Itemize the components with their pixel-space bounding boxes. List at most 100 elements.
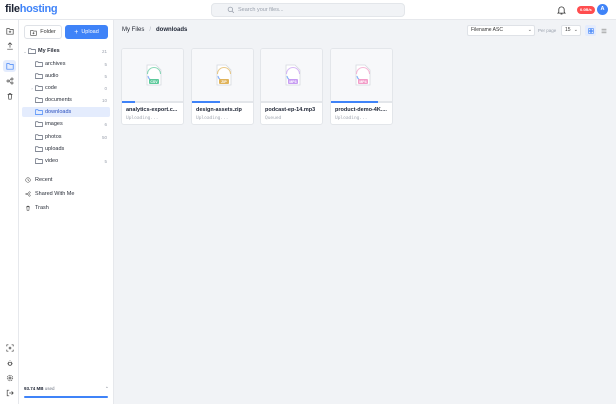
sort-value: Filename ASC: [471, 27, 503, 33]
file-type-icon: MP4: [355, 64, 370, 85]
folder-icon: [35, 85, 43, 91]
sidebar-nav-label: Shared With Me: [35, 191, 75, 197]
sidebar-nav-recent[interactable]: Recent: [25, 175, 52, 185]
bell-icon[interactable]: [557, 5, 566, 15]
storage-bar: [24, 396, 108, 398]
folder-count: 5: [104, 61, 107, 67]
new-folder-button[interactable]: Folder: [24, 25, 62, 39]
file-thumbnail: ZIP: [192, 49, 253, 102]
search-icon: [227, 6, 235, 14]
new-folder-rail-button[interactable]: [3, 25, 16, 37]
chevron-up-icon[interactable]: ⌃: [105, 386, 109, 392]
folder-count: 0: [104, 85, 107, 91]
upload-progress-bar: [122, 101, 183, 103]
grid-view-button[interactable]: [585, 25, 596, 36]
folder-icon: [5, 63, 14, 70]
breadcrumb-root[interactable]: My Files: [122, 27, 144, 33]
file-thumbnail: MP4: [331, 49, 392, 102]
files-rail-button[interactable]: [3, 60, 16, 72]
search-input[interactable]: Search your files...: [238, 7, 284, 13]
sidebar-folder-documents[interactable]: documents 10: [22, 95, 110, 105]
list-view-button[interactable]: [598, 25, 609, 36]
upload-progress-fill: [331, 101, 379, 103]
folder-count: 10: [101, 97, 107, 103]
folder-label: My Files: [38, 48, 60, 54]
folder-icon: [35, 61, 43, 67]
grid-icon: [587, 27, 594, 34]
sidebar-folder-audio[interactable]: audio 5: [22, 71, 110, 81]
file-name: analytics-export.c...: [126, 107, 178, 113]
sidebar-folder-uploads[interactable]: uploads: [22, 144, 110, 154]
share-icon: [25, 191, 31, 197]
sidebar-folder-code[interactable]: › code 0: [22, 83, 110, 93]
icon-rail: [0, 20, 19, 404]
upload-progress-bar: [331, 101, 392, 103]
folder-icon: [35, 134, 43, 140]
expand-icon: [5, 344, 14, 352]
sidebar-nav-shared-with-me[interactable]: Shared With Me: [25, 189, 74, 199]
sidebar-folder-video[interactable]: video 5: [22, 156, 110, 166]
folder-label: archives: [45, 61, 66, 67]
folder-icon: [28, 48, 36, 54]
file-name: design-assets.zip: [196, 107, 242, 113]
svg-text:MP4: MP4: [359, 79, 366, 83]
shared-rail-button[interactable]: [3, 75, 16, 87]
folder-count: 5: [104, 158, 107, 164]
folder-plus-icon: [30, 29, 37, 36]
sidebar-folder-downloads[interactable]: downloads: [22, 107, 110, 117]
chevron-down-icon: ⌄: [527, 27, 532, 33]
sun-icon: [6, 360, 13, 366]
sidebar-folder-archives[interactable]: archives 5: [22, 59, 110, 69]
upload-progress-fill: [122, 101, 135, 103]
logo-main: file: [5, 3, 20, 15]
theme-rail-button[interactable]: [3, 357, 16, 369]
sidebar-nav-trash[interactable]: Trash: [25, 203, 49, 213]
folder-count: 5: [104, 73, 107, 79]
folder-icon: [35, 146, 43, 152]
file-status: Uploading...: [126, 116, 159, 121]
sidebar-nav-label: Recent: [35, 177, 53, 183]
storage-bar-fill: [24, 396, 108, 398]
sidebar-folder-photos[interactable]: photos 50: [22, 132, 110, 142]
folder-icon: [35, 158, 43, 164]
settings-rail-button[interactable]: [3, 372, 16, 384]
per-page-value: 15: [565, 27, 571, 33]
upload-label: Upload: [81, 29, 99, 35]
folder-plus-icon: [5, 28, 14, 35]
folder-label: code: [45, 85, 57, 91]
transfer-speed-badge: 0.0B/s: [577, 6, 595, 14]
file-card[interactable]: MP4 product-demo-4K.... Uploading...: [330, 48, 393, 125]
sidebar-folder-images[interactable]: images 6: [22, 119, 110, 129]
folder-count: 50: [101, 134, 107, 140]
trash-rail-button[interactable]: [3, 90, 16, 102]
folder-label: downloads: [45, 109, 72, 115]
folder-icon: [35, 97, 43, 103]
upload-button[interactable]: + Upload: [65, 25, 108, 39]
breadcrumb-separator: /: [149, 27, 152, 33]
upload-rail-button[interactable]: [3, 40, 16, 52]
gear-icon: [6, 374, 13, 382]
logout-icon: [6, 389, 14, 397]
app-logo[interactable]: filehosting: [5, 3, 58, 15]
file-status: Queued: [265, 116, 282, 121]
file-name: product-demo-4K....: [335, 107, 387, 113]
svg-text:MP3: MP3: [289, 79, 296, 83]
per-page-select[interactable]: 15 ⌄: [561, 25, 581, 36]
folder-label: audio: [45, 73, 59, 79]
file-card[interactable]: ZIP design-assets.zip Uploading...: [191, 48, 254, 125]
file-card[interactable]: CSV analytics-export.c... Uploading...: [121, 48, 184, 125]
sort-select[interactable]: Filename ASC ⌄: [467, 25, 535, 36]
folder-label: images: [45, 121, 63, 127]
share-icon: [6, 77, 13, 85]
file-card[interactable]: MP3 podcast-ep-14.mp3 Queued: [260, 48, 323, 125]
breadcrumb: My Files / downloads: [122, 27, 187, 33]
sidebar-nav-label: Trash: [35, 205, 49, 211]
file-thumbnail: MP3: [261, 49, 322, 102]
expand-rail-button[interactable]: [3, 342, 16, 354]
user-avatar[interactable]: A: [597, 4, 608, 15]
search-bar[interactable]: Search your files...: [211, 3, 405, 17]
logout-rail-button[interactable]: [3, 387, 16, 399]
sidebar-folder-my-files[interactable]: ⌄ My Files 21: [22, 46, 110, 56]
plus-icon: +: [74, 28, 79, 36]
chevron-down-icon: ⌄: [573, 27, 578, 33]
